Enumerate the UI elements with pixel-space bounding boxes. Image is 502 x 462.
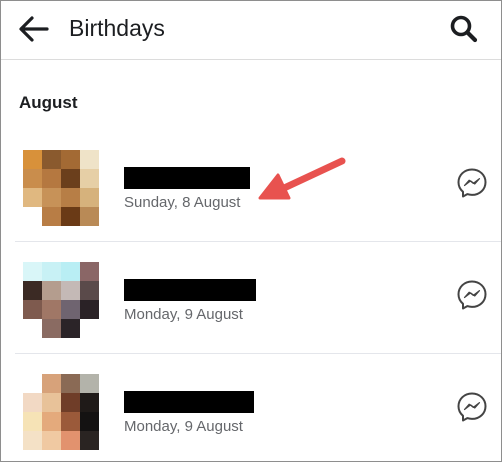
message-button[interactable]	[455, 166, 489, 200]
search-icon	[450, 15, 478, 43]
birthday-row[interactable]: Monday, 9 August	[1, 356, 501, 461]
redacted-name	[124, 167, 250, 189]
birthday-date: Monday, 9 August	[124, 418, 243, 435]
birthday-row[interactable]: Sunday, 8 August	[1, 132, 501, 242]
birthdays-screen: Birthdays August Sunday, 8 August Monday…	[0, 0, 502, 462]
birthday-date: Sunday, 8 August	[124, 194, 241, 211]
messenger-icon	[457, 392, 487, 422]
redacted-name	[124, 279, 256, 301]
page-title: Birthdays	[69, 15, 165, 41]
app-header: Birthdays	[1, 1, 501, 60]
redacted-name	[124, 391, 254, 413]
search-button[interactable]	[445, 11, 483, 47]
messenger-icon	[457, 168, 487, 198]
avatar	[23, 262, 99, 338]
birthday-date: Monday, 9 August	[124, 306, 243, 323]
avatar	[23, 150, 99, 226]
row-divider	[15, 353, 501, 354]
messenger-icon	[457, 280, 487, 310]
avatar	[23, 374, 99, 450]
month-section-title: August	[19, 93, 78, 112]
birthday-row[interactable]: Monday, 9 August	[1, 244, 501, 354]
row-divider	[15, 241, 501, 242]
message-button[interactable]	[455, 278, 489, 312]
red-arrow-annotation	[258, 157, 346, 200]
arrow-left-icon	[19, 16, 49, 42]
back-button[interactable]	[15, 11, 53, 47]
message-button[interactable]	[455, 390, 489, 424]
